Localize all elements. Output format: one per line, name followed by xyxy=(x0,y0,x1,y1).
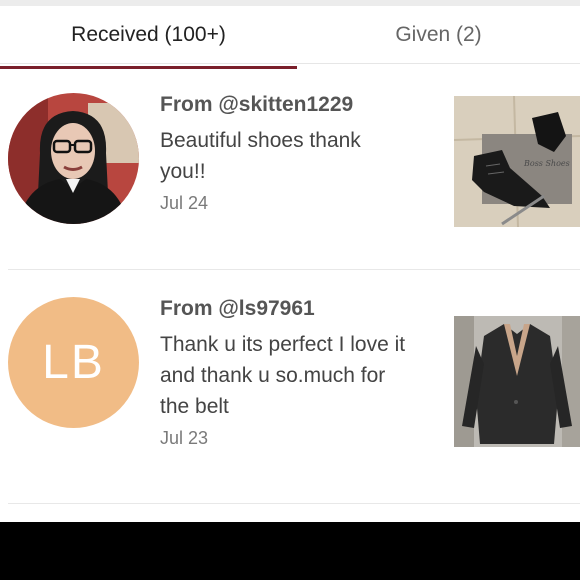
row-divider xyxy=(8,269,580,270)
feedback-item[interactable]: LB From @ls97961 Thank u its perfect I l… xyxy=(0,272,580,506)
tab-received[interactable]: Received (100+) xyxy=(0,6,297,64)
feedback-date: Jul 23 xyxy=(160,428,209,448)
feedback-message: Beautiful shoes thank you!! xyxy=(160,129,361,183)
user-avatar[interactable]: LB xyxy=(8,297,139,428)
bottom-bar xyxy=(0,522,580,580)
row-divider xyxy=(8,503,580,504)
listing-thumbnail[interactable] xyxy=(454,316,580,447)
feedback-author[interactable]: From @ls97961 xyxy=(160,297,410,321)
listing-thumbnail[interactable]: Boss Shoes xyxy=(454,96,580,227)
boots-image: Boss Shoes xyxy=(454,96,580,227)
feedback-text: From @ls97961 Thank u its perfect I love… xyxy=(160,297,410,449)
feedback-screen: Received (100+) Given (2) From @skitten1… xyxy=(0,0,580,522)
feedback-message: Thank u its perfect I love it and thank … xyxy=(160,333,406,418)
svg-text:Boss Shoes: Boss Shoes xyxy=(523,159,570,168)
avatar-photo xyxy=(8,93,139,224)
feedback-tabs: Received (100+) Given (2) xyxy=(0,6,580,69)
tab-given[interactable]: Given (2) xyxy=(297,6,580,64)
blazer-image xyxy=(454,316,580,447)
feedback-date: Jul 24 xyxy=(160,193,209,213)
feedback-text: From @skitten1229 Beautiful shoes thank … xyxy=(160,93,410,214)
user-avatar[interactable] xyxy=(8,93,139,224)
feedback-author[interactable]: From @skitten1229 xyxy=(160,93,410,117)
feedback-item[interactable]: From @skitten1229 Beautiful shoes thank … xyxy=(0,68,580,270)
